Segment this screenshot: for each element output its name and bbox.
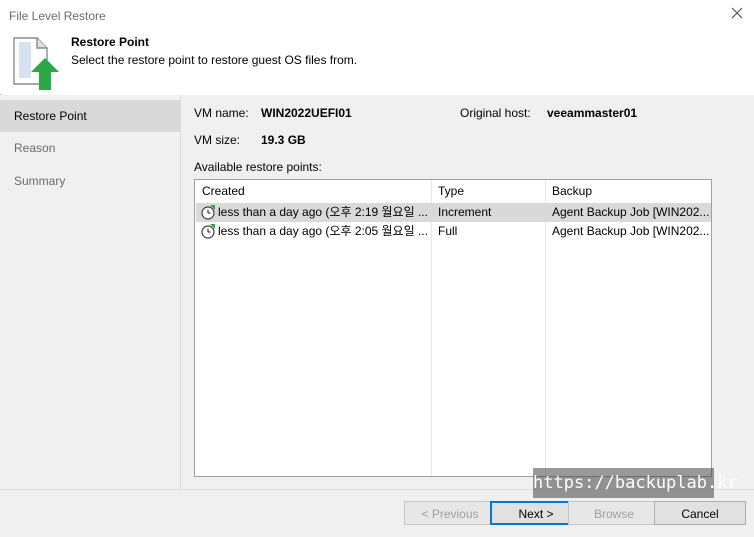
vm-size-value: 19.3 GB	[261, 133, 306, 147]
vm-size-label: VM size:	[194, 133, 241, 147]
cancel-button[interactable]: Cancel	[654, 501, 746, 525]
restore-points-label: Available restore points:	[194, 160, 322, 174]
close-icon[interactable]	[730, 6, 744, 20]
row-backup: Agent Backup Job [WIN202...	[552, 224, 710, 238]
column-header-created[interactable]: Created	[195, 180, 431, 202]
page-description: Select the restore point to restore gues…	[71, 53, 358, 67]
window-title: File Level Restore	[9, 9, 106, 23]
column-header-backup[interactable]: Backup	[545, 180, 711, 202]
row-backup: Agent Backup Job [WIN202...	[552, 205, 710, 219]
row-type: Increment	[438, 205, 492, 219]
step-summary[interactable]: Summary	[0, 165, 180, 198]
restore-point-clock-icon	[201, 224, 215, 239]
vm-name-label: VM name:	[194, 106, 249, 120]
step-restore-point[interactable]: Restore Point	[0, 100, 180, 132]
original-host-value: veeammaster01	[547, 106, 638, 120]
column-header-type[interactable]: Type	[431, 180, 545, 202]
restore-file-icon	[13, 37, 59, 90]
restore-point-clock-icon	[201, 205, 215, 220]
watermark: https://backuplab.kr	[533, 468, 738, 498]
row-created: less than a day ago (오후 2:19 월요일 ...	[218, 205, 428, 219]
previous-button[interactable]: < Previous	[404, 501, 496, 525]
browse-button[interactable]: Browse	[568, 501, 660, 525]
row-type: Full	[438, 224, 458, 238]
step-reason[interactable]: Reason	[0, 132, 180, 165]
wizard-header: Restore Point Select the restore point t…	[0, 32, 754, 94]
page-title: Restore Point	[71, 35, 150, 49]
title-bar: File Level Restore	[0, 0, 754, 32]
row-created: less than a day ago (오후 2:05 월요일 ...	[218, 224, 428, 238]
original-host-label: Original host:	[460, 106, 531, 120]
restore-points-table[interactable]: Created Type Backup less than a day ago …	[194, 179, 712, 477]
table-row[interactable]: less than a day ago (오후 2:19 월요일 ... Inc…	[196, 203, 711, 222]
table-row[interactable]: less than a day ago (오후 2:05 월요일 ... Ful…	[196, 222, 711, 241]
wizard-steps: Restore Point Reason Summary	[0, 95, 180, 489]
vm-name-value: WIN2022UEFI01	[261, 106, 352, 120]
